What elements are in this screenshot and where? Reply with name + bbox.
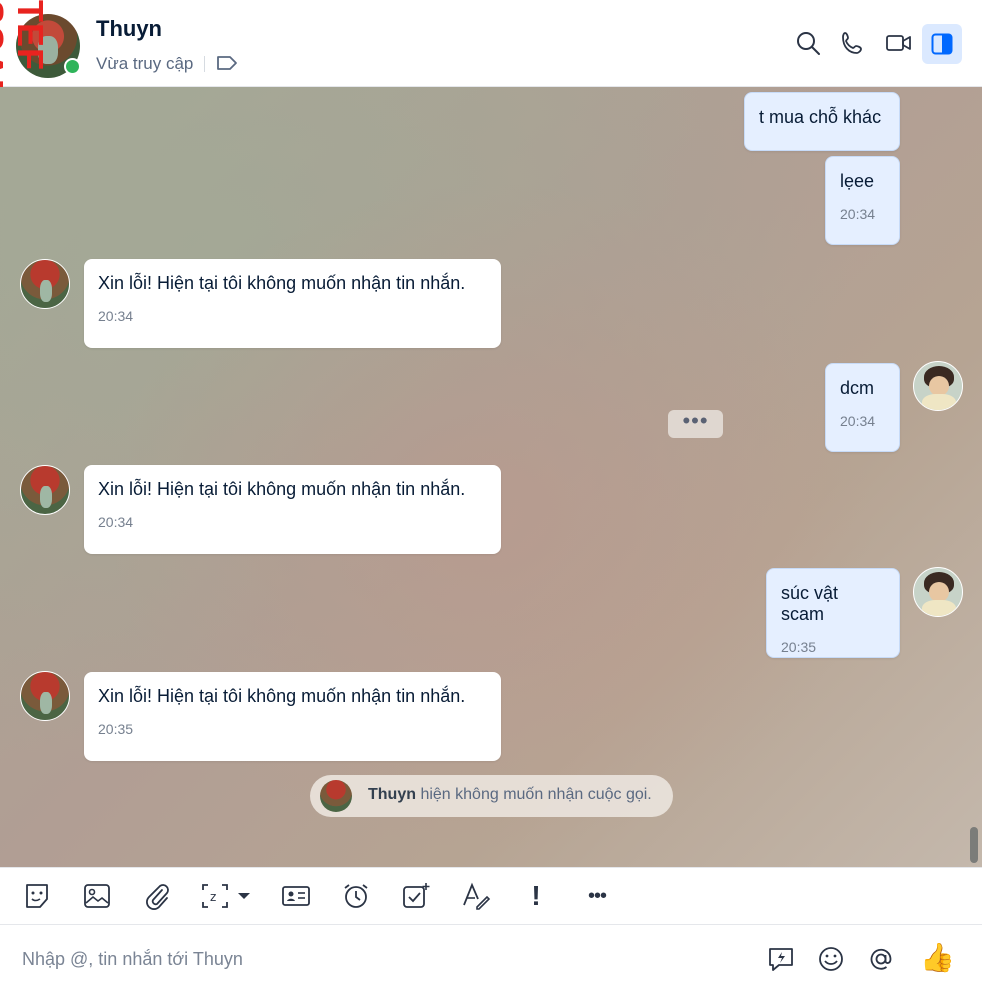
message-more-options-button[interactable]: •••	[668, 410, 723, 438]
sender-avatar[interactable]	[20, 465, 70, 515]
tag-icon[interactable]	[216, 54, 238, 72]
call-notice: Thuyn hiện không muốn nhận cuộc gọi.	[310, 775, 673, 817]
contact-card-icon[interactable]	[281, 881, 311, 911]
message-time: 20:34	[840, 413, 876, 429]
message-bubble-outgoing[interactable]: t mua chỗ khác	[744, 92, 900, 151]
message-bubble-incoming[interactable]: Xin lỗi! Hiện tại tôi không muốn nhận ti…	[84, 672, 501, 761]
message-text: dcm	[840, 378, 875, 398]
message-text: lẹee	[840, 171, 875, 191]
message-time: 20:35	[781, 639, 817, 655]
toggle-info-panel-button[interactable]	[922, 24, 962, 64]
chevron-down-icon[interactable]	[234, 881, 254, 911]
sender-avatar[interactable]	[20, 259, 70, 309]
message-bubble-incoming[interactable]: Xin lỗi! Hiện tại tôi không muốn nhận ti…	[84, 259, 501, 348]
contact-name[interactable]: Thuyn	[96, 16, 162, 42]
message-bubble-outgoing[interactable]: dcm 20:34	[825, 363, 900, 452]
composer-toolbar: z ! •••	[0, 867, 982, 925]
more-icon[interactable]: •••	[581, 881, 613, 911]
message-bubble-incoming[interactable]: Xin lỗi! Hiện tại tôi không muốn nhận ti…	[84, 465, 501, 554]
thumbs-up-icon[interactable]: 👍	[920, 942, 955, 974]
message-time: 20:34	[98, 308, 134, 324]
contact-status: Vừa truy cập	[96, 54, 194, 73]
my-avatar[interactable]	[913, 361, 963, 411]
message-text: Xin lỗi! Hiện tại tôi không muốn nhận ti…	[98, 273, 466, 293]
message-time: 20:35	[98, 721, 134, 737]
task-icon[interactable]	[401, 881, 431, 911]
my-avatar[interactable]	[913, 567, 963, 617]
message-bubble-outgoing[interactable]: súc vật scam 20:35	[766, 568, 900, 658]
call-notice-message: hiện không muốn nhận cuộc gọi.	[420, 786, 652, 803]
text-format-icon[interactable]	[461, 881, 491, 911]
search-icon[interactable]	[795, 30, 821, 56]
quick-message-icon[interactable]	[767, 945, 795, 973]
sender-avatar[interactable]	[20, 671, 70, 721]
header-separator	[204, 56, 205, 72]
avatar-face	[40, 280, 52, 302]
composer: 👍	[0, 925, 982, 990]
message-text: Xin lỗi! Hiện tại tôi không muốn nhận ti…	[98, 686, 466, 706]
reminder-icon[interactable]	[341, 881, 371, 911]
message-text: Xin lỗi! Hiện tại tôi không muốn nhận ti…	[98, 479, 466, 499]
scrollbar-thumb[interactable]	[970, 827, 978, 863]
avatar-face	[929, 582, 949, 602]
message-list[interactable]: t mua chỗ khác lẹee 20:34 Xin lỗi! Hiện …	[0, 87, 982, 867]
call-notice-text: Thuyn hiện không muốn nhận cuộc gọi.	[368, 786, 652, 804]
message-input[interactable]	[20, 943, 724, 975]
message-text: súc vật scam	[781, 583, 839, 624]
call-notice-name: Thuyn	[368, 786, 416, 803]
image-icon[interactable]	[82, 881, 112, 911]
avatar-face	[40, 692, 52, 714]
message-bubble-outgoing[interactable]: lẹee 20:34	[825, 156, 900, 245]
avatar-body	[922, 394, 956, 410]
attachment-icon[interactable]	[142, 881, 172, 911]
online-status-dot	[64, 58, 81, 75]
video-call-icon[interactable]	[886, 30, 912, 56]
side-panel-icon	[931, 33, 953, 55]
avatar-face	[40, 486, 52, 508]
emoji-icon[interactable]	[817, 945, 845, 973]
important-icon[interactable]: !	[521, 881, 551, 911]
screenshot-icon[interactable]: z	[200, 881, 230, 911]
message-text: t mua chỗ khác	[759, 107, 882, 127]
call-notice-avatar	[320, 780, 352, 812]
avatar-face	[929, 376, 949, 396]
message-time: 20:34	[98, 514, 134, 530]
svg-text:z: z	[210, 890, 216, 904]
mention-icon[interactable]	[867, 945, 895, 973]
phone-call-icon[interactable]	[840, 30, 866, 56]
avatar-body	[922, 600, 956, 616]
sticker-icon[interactable]	[22, 881, 52, 911]
message-time: 20:34	[840, 206, 876, 222]
chat-header: TEF SCAM.INFO Thuyn Vừa truy cập	[0, 0, 982, 211]
